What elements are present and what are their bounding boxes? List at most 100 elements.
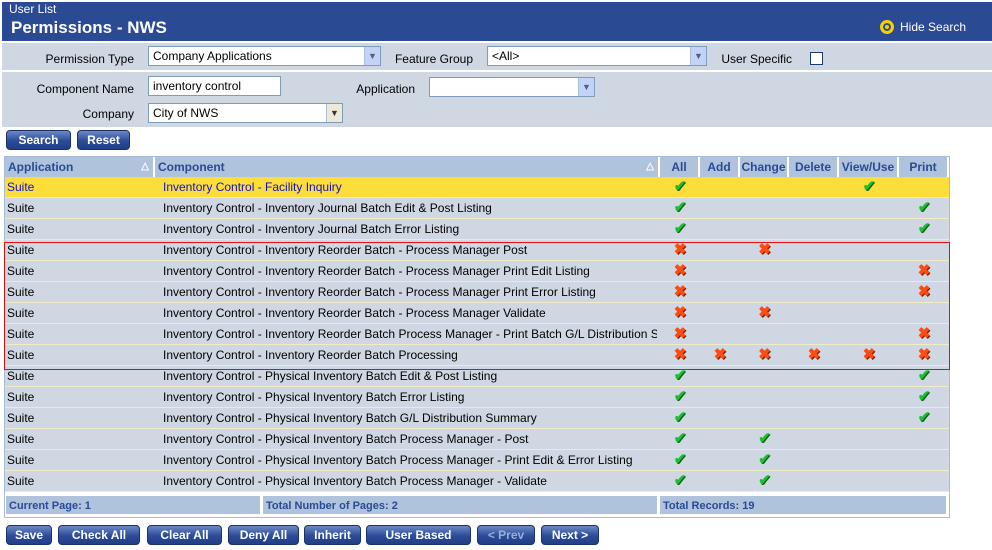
table-row[interactable]: Suite Inventory Control - Inventory Reord… [5,303,949,324]
empty-permission-cell[interactable] [712,451,728,469]
empty-permission-cell[interactable] [757,220,773,238]
empty-permission-cell[interactable] [861,409,877,427]
deny-icon[interactable]: ✖ [757,304,773,322]
deny-icon[interactable]: ✖ [672,283,688,301]
deny-icon[interactable]: ✖ [916,262,932,280]
table-row[interactable]: Suite Inventory Control - Physical Invent… [5,450,949,471]
empty-permission-cell[interactable] [861,283,877,301]
empty-permission-cell[interactable] [806,262,822,280]
empty-permission-cell[interactable] [712,388,728,406]
empty-permission-cell[interactable] [712,262,728,280]
table-row[interactable]: Suite Inventory Control - Physical Invent… [5,387,949,408]
company-select[interactable]: City of NWS ▼ [148,103,343,123]
application-select[interactable]: ▼ [429,77,595,97]
feature-group-select[interactable]: <All> ▼ [487,46,707,66]
empty-permission-cell[interactable] [861,199,877,217]
empty-permission-cell[interactable] [861,325,877,343]
sort-icon[interactable]: △ [141,157,149,177]
permission-type-select[interactable]: Company Applications ▼ [148,46,381,66]
empty-permission-cell[interactable] [712,325,728,343]
empty-permission-cell[interactable] [861,430,877,448]
user-specific-checkbox[interactable] [810,52,823,65]
empty-permission-cell[interactable] [806,451,822,469]
empty-permission-cell[interactable] [712,220,728,238]
empty-permission-cell[interactable] [806,283,822,301]
user-based-button[interactable]: User Based [366,525,471,545]
table-row[interactable]: Suite Inventory Control - Inventory Reord… [5,282,949,303]
check-icon[interactable]: ✔ [916,388,932,406]
deny-icon[interactable]: ✖ [806,346,822,364]
check-icon[interactable]: ✔ [672,199,688,217]
search-button[interactable]: Search [6,130,71,150]
empty-permission-cell[interactable] [861,472,877,490]
column-header-component[interactable]: Component △ [155,157,660,177]
component-name-input[interactable]: inventory control [148,76,281,96]
check-icon[interactable]: ✔ [672,367,688,385]
table-row[interactable]: Suite Inventory Control - Inventory Reord… [5,261,949,282]
sort-icon[interactable]: △ [646,157,654,177]
empty-permission-cell[interactable] [712,241,728,259]
empty-permission-cell[interactable] [712,178,728,196]
empty-permission-cell[interactable] [806,472,822,490]
check-all-button[interactable]: Check All [58,525,140,545]
inherit-button[interactable]: Inherit [304,525,361,545]
empty-permission-cell[interactable] [757,283,773,301]
deny-icon[interactable]: ✖ [672,325,688,343]
table-row[interactable]: Suite Inventory Control - Inventory Reord… [5,240,949,261]
empty-permission-cell[interactable] [861,304,877,322]
table-row[interactable]: Suite Inventory Control - Physical Invent… [5,408,949,429]
reset-button[interactable]: Reset [77,130,130,150]
column-header-print[interactable]: Print [899,157,949,177]
empty-permission-cell[interactable] [861,451,877,469]
column-header-delete[interactable]: Delete [789,157,839,177]
empty-permission-cell[interactable] [861,241,877,259]
deny-icon[interactable]: ✖ [672,241,688,259]
empty-permission-cell[interactable] [757,178,773,196]
empty-permission-cell[interactable] [916,178,932,196]
table-row[interactable]: Suite Inventory Control - Facility Inquir… [5,177,949,198]
empty-permission-cell[interactable] [757,409,773,427]
table-row[interactable]: Suite Inventory Control - Physical Invent… [5,471,949,492]
empty-permission-cell[interactable] [861,388,877,406]
deny-icon[interactable]: ✖ [672,262,688,280]
empty-permission-cell[interactable] [861,367,877,385]
prev-button[interactable]: < Prev [477,525,535,545]
save-button[interactable]: Save [6,525,52,545]
empty-permission-cell[interactable] [806,388,822,406]
empty-permission-cell[interactable] [916,241,932,259]
empty-permission-cell[interactable] [916,472,932,490]
check-icon[interactable]: ✔ [757,472,773,490]
empty-permission-cell[interactable] [916,451,932,469]
empty-permission-cell[interactable] [806,304,822,322]
deny-icon[interactable]: ✖ [712,346,728,364]
empty-permission-cell[interactable] [712,409,728,427]
table-row[interactable]: Suite Inventory Control - Inventory Journ… [5,219,949,240]
hide-search-button[interactable]: Hide Search [880,20,966,34]
empty-permission-cell[interactable] [861,220,877,238]
empty-permission-cell[interactable] [712,430,728,448]
check-icon[interactable]: ✔ [757,430,773,448]
deny-icon[interactable]: ✖ [672,346,688,364]
deny-icon[interactable]: ✖ [916,283,932,301]
empty-permission-cell[interactable] [712,304,728,322]
empty-permission-cell[interactable] [916,430,932,448]
empty-permission-cell[interactable] [757,325,773,343]
empty-permission-cell[interactable] [712,199,728,217]
check-icon[interactable]: ✔ [861,178,877,196]
column-header-viewuse[interactable]: View/Use [839,157,899,177]
column-header-add[interactable]: Add [700,157,740,177]
deny-icon[interactable]: ✖ [916,346,932,364]
table-row[interactable]: Suite Inventory Control - Inventory Journ… [5,198,949,219]
table-row[interactable]: Suite Inventory Control - Physical Invent… [5,366,949,387]
clear-all-button[interactable]: Clear All [147,525,222,545]
check-icon[interactable]: ✔ [916,199,932,217]
check-icon[interactable]: ✔ [672,220,688,238]
check-icon[interactable]: ✔ [672,388,688,406]
deny-icon[interactable]: ✖ [861,346,877,364]
table-row[interactable]: Suite Inventory Control - Inventory Reord… [5,345,949,366]
check-icon[interactable]: ✔ [672,451,688,469]
check-icon[interactable]: ✔ [672,472,688,490]
table-row[interactable]: Suite Inventory Control - Inventory Reord… [5,324,949,345]
deny-all-button[interactable]: Deny All [228,525,299,545]
empty-permission-cell[interactable] [712,367,728,385]
